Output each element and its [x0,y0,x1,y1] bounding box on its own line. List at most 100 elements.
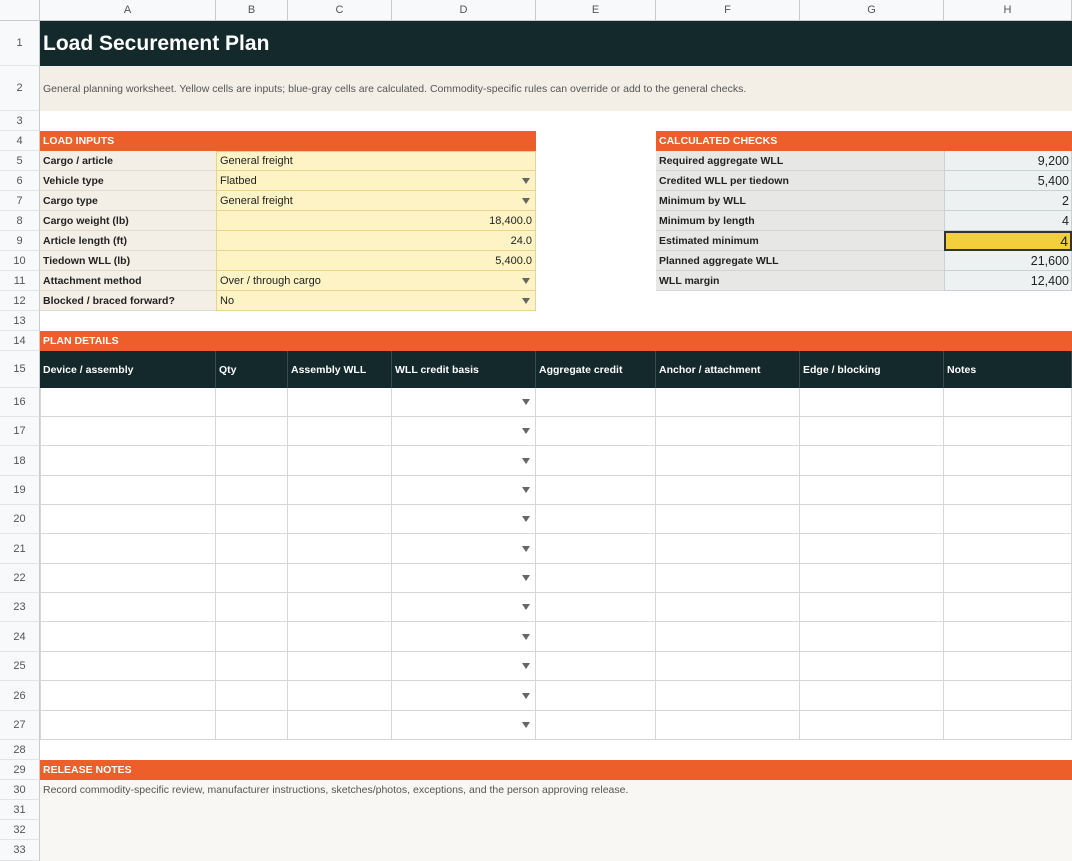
row-header[interactable]: 10 [0,251,40,271]
dropdown-arrow-icon[interactable] [522,177,530,184]
plan-cell[interactable] [536,564,656,593]
row-header[interactable]: 16 [0,388,40,417]
plan-cell[interactable] [40,476,216,505]
plan-cell[interactable] [216,711,288,740]
input-field[interactable]: 18,400.0 [216,211,536,231]
plan-cell[interactable] [288,593,392,622]
row-header[interactable]: 13 [0,311,40,331]
plan-column-header[interactable]: Anchor / attachment [656,351,800,388]
plan-cell[interactable] [288,446,392,476]
plan-cell[interactable] [656,622,800,652]
plan-cell[interactable] [392,622,536,652]
column-header-g[interactable]: G [800,0,944,21]
plan-cell[interactable] [40,652,216,681]
plan-cell[interactable] [40,534,216,564]
plan-cell[interactable] [800,681,944,711]
plan-column-header[interactable]: Qty [216,351,288,388]
input-field[interactable]: General freight [216,151,536,171]
plan-cell[interactable] [216,622,288,652]
row-header[interactable]: 2 [0,66,40,111]
row-header[interactable]: 22 [0,564,40,593]
row-header[interactable]: 23 [0,593,40,622]
row-header[interactable]: 8 [0,211,40,231]
dropdown-arrow-icon[interactable] [522,545,530,552]
plan-cell[interactable] [800,505,944,534]
plan-cell[interactable] [656,593,800,622]
plan-cell[interactable] [216,476,288,505]
plan-cell[interactable] [800,446,944,476]
input-field[interactable]: General freight [216,191,536,211]
row-header[interactable]: 14 [0,331,40,351]
plan-cell[interactable] [656,534,800,564]
row-header[interactable]: 25 [0,652,40,681]
plan-cell[interactable] [392,652,536,681]
plan-cell[interactable] [40,505,216,534]
row-header[interactable]: 20 [0,505,40,534]
row-header[interactable]: 21 [0,534,40,564]
plan-cell[interactable] [392,388,536,417]
column-header-a[interactable]: A [40,0,216,21]
input-field[interactable]: Flatbed [216,171,536,191]
row-header[interactable]: 24 [0,622,40,652]
plan-cell[interactable] [656,388,800,417]
plan-cell[interactable] [288,622,392,652]
plan-cell[interactable] [288,417,392,446]
plan-cell[interactable] [944,417,1072,446]
plan-cell[interactable] [536,622,656,652]
plan-column-header[interactable]: Device / assembly [40,351,216,388]
dropdown-arrow-icon[interactable] [522,516,530,522]
plan-cell[interactable] [392,446,536,476]
row-header[interactable]: 11 [0,271,40,291]
plan-cell[interactable] [40,711,216,740]
plan-cell[interactable] [800,711,944,740]
plan-cell[interactable] [944,388,1072,417]
row-header[interactable]: 30 [0,780,40,800]
plan-cell[interactable] [944,652,1072,681]
row-header[interactable]: 3 [0,111,40,131]
plan-cell[interactable] [392,564,536,593]
plan-cell[interactable] [536,681,656,711]
row-header[interactable]: 7 [0,191,40,211]
plan-cell[interactable] [944,711,1072,740]
row-header[interactable]: 1 [0,21,40,66]
load-inputs-header[interactable]: LOAD INPUTS [40,131,536,151]
row-header[interactable]: 12 [0,291,40,311]
plan-cell[interactable] [536,505,656,534]
row-header[interactable]: 32 [0,820,40,840]
row-header[interactable]: 4 [0,131,40,151]
plan-cell[interactable] [800,564,944,593]
plan-cell[interactable] [288,652,392,681]
dropdown-arrow-icon[interactable] [522,692,530,699]
plan-cell[interactable] [40,593,216,622]
column-header-f[interactable]: F [656,0,800,21]
plan-cell[interactable] [944,476,1072,505]
plan-cell[interactable] [216,446,288,476]
plan-cell[interactable] [800,622,944,652]
plan-cell[interactable] [536,652,656,681]
row-header[interactable]: 18 [0,446,40,476]
column-header-c[interactable]: C [288,0,392,21]
dropdown-arrow-icon[interactable] [522,633,530,640]
check-value[interactable]: 2 [944,191,1072,211]
subtitle-note[interactable]: General planning worksheet. Yellow cells… [40,66,1072,111]
column-header-e[interactable]: E [536,0,656,21]
plan-cell[interactable] [216,388,288,417]
calculated-checks-header[interactable]: CALCULATED CHECKS [656,131,1072,151]
row-header[interactable]: 31 [0,800,40,820]
plan-cell[interactable] [800,388,944,417]
plan-cell[interactable] [800,417,944,446]
plan-cell[interactable] [656,446,800,476]
row-header[interactable]: 5 [0,151,40,171]
plan-cell[interactable] [800,534,944,564]
plan-column-header[interactable]: WLL credit basis [392,351,536,388]
dropdown-arrow-icon[interactable] [522,487,530,493]
dropdown-arrow-icon[interactable] [522,277,530,284]
row-header[interactable]: 17 [0,417,40,446]
plan-cell[interactable] [216,417,288,446]
plan-cell[interactable] [944,505,1072,534]
plan-cell[interactable] [536,476,656,505]
dropdown-arrow-icon[interactable] [522,297,530,304]
row-header[interactable]: 15 [0,351,40,388]
plan-column-header[interactable]: Notes [944,351,1072,388]
plan-column-header[interactable]: Edge / blocking [800,351,944,388]
